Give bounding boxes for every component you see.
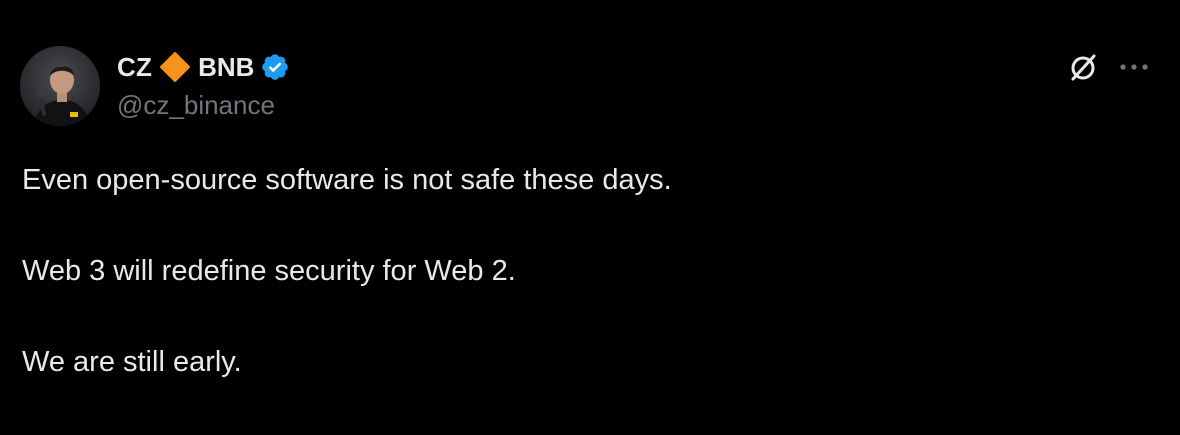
- avatar[interactable]: [20, 46, 100, 126]
- tweet-card: CZ BNB @cz_binance Even open-source soft…: [0, 0, 1180, 404]
- orange-diamond-icon: [158, 50, 192, 84]
- tweet-text: Even open-source software is not safe th…: [22, 162, 1152, 435]
- avatar-photo: [20, 46, 100, 126]
- tweet-line: Even open-source software is not safe th…: [22, 164, 672, 196]
- author-handle[interactable]: @cz_binance: [117, 90, 275, 121]
- author-display-name-suffix[interactable]: BNB: [198, 52, 254, 83]
- tweet-line: Web 3 will redefine security for Web 2.: [22, 255, 516, 287]
- more-options-icon[interactable]: [1116, 52, 1152, 82]
- tweet-line: We are still early.: [22, 346, 242, 378]
- author-display-name[interactable]: CZ: [117, 52, 152, 83]
- verified-badge-icon[interactable]: [260, 52, 290, 82]
- grok-icon[interactable]: [1066, 50, 1100, 84]
- author-name-row: CZ BNB: [117, 50, 290, 84]
